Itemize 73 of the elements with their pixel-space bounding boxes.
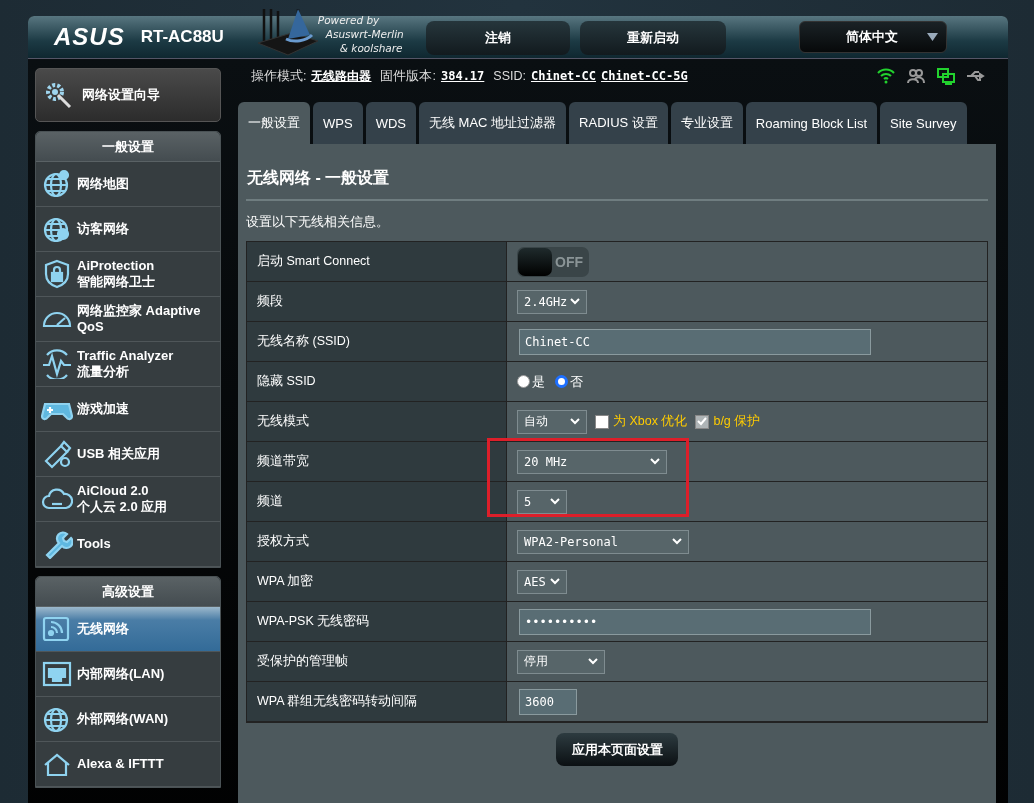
sidebar-item-text: USB 相关应用 xyxy=(77,446,161,462)
sidebar-item-text: 网络监控家 Adaptive xyxy=(77,303,201,319)
input-field[interactable]: 3600 xyxy=(519,688,577,715)
tab[interactable]: 一般设置 xyxy=(238,102,310,144)
setup-wizard-button[interactable]: 网络设置向导 xyxy=(35,68,221,122)
sidebar-item-text: 外部网络(WAN) xyxy=(77,711,168,727)
sidebar-item-text: 智能网络卫士 xyxy=(77,274,155,290)
section-title: 一般设置 xyxy=(36,132,220,162)
powered-by-text: Asuswrt-Merlin xyxy=(324,27,404,41)
dropdown[interactable]: 停用 xyxy=(517,649,605,674)
dropdown[interactable]: WPA2-Personal xyxy=(517,529,689,554)
field-label: 无线模式 xyxy=(247,402,507,441)
checkbox-label: b/g 保护 xyxy=(713,413,761,430)
sidebar-item-text: 流量分析 xyxy=(77,364,130,380)
tab[interactable]: 专业设置 xyxy=(670,102,743,144)
field-label: 无线名称 (SSID) xyxy=(247,322,507,361)
sidebar-item-text: 无线网络 xyxy=(77,621,129,637)
dropdown[interactable]: 2.4GHz xyxy=(517,289,587,314)
input-field[interactable]: Chinet-CC xyxy=(519,328,871,355)
sidebar-item-text: 游戏加速 xyxy=(77,401,129,417)
status-link[interactable]: Chinet-CC-5G xyxy=(601,69,688,83)
dropdown[interactable]: 20 MHz xyxy=(517,449,667,474)
sidebar-item-text: Tools xyxy=(77,536,111,552)
sidebar-item-text: Traffic Analyzer xyxy=(77,348,174,364)
dropdown[interactable]: 5 xyxy=(517,489,567,514)
language-dropdown[interactable]: 简体中文 xyxy=(798,21,947,53)
apply-button[interactable]: 应用本页面设置 xyxy=(556,733,678,766)
input-field[interactable]: •••••••••• xyxy=(519,608,871,635)
sidebar-item-text: 个人云 2.0 应用 xyxy=(77,499,168,515)
sidebar-item-text: 访客网络 xyxy=(77,221,129,237)
tab[interactable]: WDS xyxy=(365,102,416,144)
powered-by-text: Powered by xyxy=(317,13,381,27)
radio-label: 是 xyxy=(532,372,545,391)
field-label: WPA-PSK 无线密码 xyxy=(247,602,507,641)
header-button[interactable]: 注销 xyxy=(425,21,570,55)
status-label: 固件版本: xyxy=(380,67,436,85)
sidebar-item-text: AiCloud 2.0 xyxy=(77,483,150,499)
status-link[interactable]: 384.17 xyxy=(440,69,485,83)
model-name: RT-AC88U xyxy=(140,27,224,47)
status-link[interactable]: 无线路由器 xyxy=(311,67,372,85)
field-label: 启动 Smart Connect xyxy=(247,242,507,281)
tab[interactable]: Roaming Block List xyxy=(745,102,878,144)
panel-description: 设置以下无线相关信息。 xyxy=(246,213,390,231)
field-label: WPA 加密 xyxy=(247,562,507,601)
panel-title: 无线网络 - 一般设置 xyxy=(246,168,391,188)
field-label: 频道带宽 xyxy=(247,442,507,481)
sidebar-item-text: 内部网络(LAN) xyxy=(77,666,165,682)
sidebar-item-text: 网络地图 xyxy=(77,176,129,192)
tab[interactable]: RADIUS 设置 xyxy=(569,102,668,144)
field-label: 频段 xyxy=(247,282,507,321)
status-label: SSID: xyxy=(493,69,526,83)
sidebar-item-text: QoS xyxy=(77,319,105,335)
sidebar-item[interactable]: 无线网络 xyxy=(36,607,220,652)
tab[interactable]: 无线 MAC 地址过滤器 xyxy=(418,102,567,144)
radio-label: 否 xyxy=(570,372,583,391)
field-label: WPA 群组无线密码转动间隔 xyxy=(247,682,507,721)
checkbox-label: 为 Xbox 优化 xyxy=(613,413,688,430)
brand-logo: ASUS xyxy=(54,23,125,51)
sidebar-item-text: AiProtection xyxy=(77,258,155,274)
sidebar-item-text: Alexa & IFTTT xyxy=(77,756,164,772)
header-button[interactable]: 重新启动 xyxy=(579,21,726,55)
tab[interactable]: WPS xyxy=(313,102,363,144)
dropdown[interactable]: 自动 xyxy=(517,409,587,434)
field-label: 授权方式 xyxy=(247,522,507,561)
section-title: 高级设置 xyxy=(36,577,220,607)
status-link[interactable]: Chinet-CC xyxy=(531,69,596,83)
powered-by-text: & koolshare xyxy=(338,41,404,55)
field-label: 隐藏 SSID xyxy=(247,362,507,401)
dropdown[interactable]: AES xyxy=(517,569,567,594)
field-label: 频道 xyxy=(247,482,507,521)
status-label: 操作模式: xyxy=(251,67,307,85)
tab[interactable]: Site Survey xyxy=(880,102,967,144)
field-label: 受保护的管理帧 xyxy=(247,642,507,681)
